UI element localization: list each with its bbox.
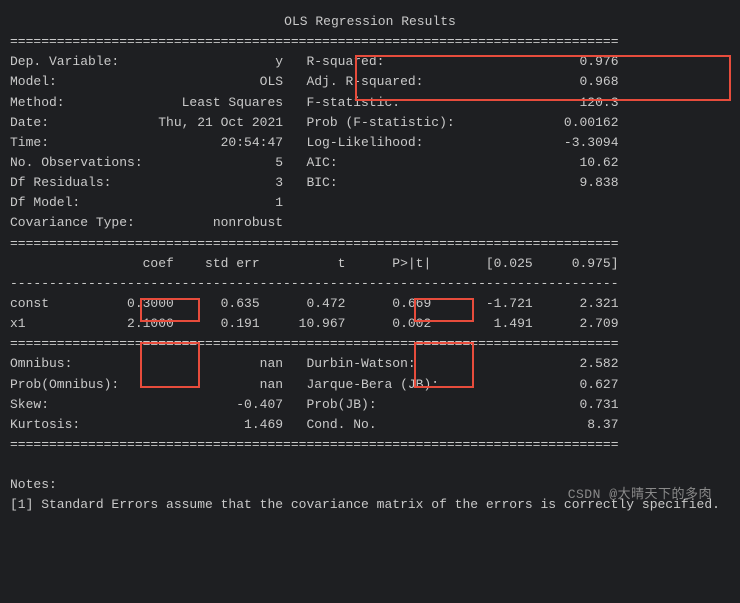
rule: ----------------------------------------… <box>10 274 730 294</box>
summary-row: Method: Least Squares F-statistic: 120.3 <box>10 93 730 113</box>
rule: ========================================… <box>10 334 730 354</box>
diagnostics-block: Omnibus: nan Durbin-Watson: 2.582Prob(Om… <box>10 354 730 435</box>
coef-row: const 0.3000 0.635 0.472 0.669 -1.721 2.… <box>10 294 730 314</box>
diagnostic-row: Omnibus: nan Durbin-Watson: 2.582 <box>10 354 730 374</box>
summary-block: Dep. Variable: y R-squared: 0.976Model: … <box>10 52 730 233</box>
blank <box>10 455 730 475</box>
rule: ========================================… <box>10 435 730 455</box>
rule: ========================================… <box>10 32 730 52</box>
summary-row: Dep. Variable: y R-squared: 0.976 <box>10 52 730 72</box>
diagnostic-row: Prob(Omnibus): nan Jarque-Bera (JB): 0.6… <box>10 375 730 395</box>
summary-row: No. Observations: 5 AIC: 10.62 <box>10 153 730 173</box>
summary-row: Time: 20:54:47 Log-Likelihood: -3.3094 <box>10 133 730 153</box>
coef-block: const 0.3000 0.635 0.472 0.669 -1.721 2.… <box>10 294 730 334</box>
summary-row: Covariance Type: nonrobust <box>10 213 730 233</box>
summary-row: Model: OLS Adj. R-squared: 0.968 <box>10 72 730 92</box>
coef-row: x1 2.1000 0.191 10.967 0.002 1.491 2.709 <box>10 314 730 334</box>
rule: ========================================… <box>10 234 730 254</box>
title-text: OLS Regression Results <box>284 14 456 29</box>
diagnostic-row: Skew: -0.407 Prob(JB): 0.731 <box>10 395 730 415</box>
summary-row: Df Residuals: 3 BIC: 9.838 <box>10 173 730 193</box>
title: OLS Regression Results <box>10 12 730 32</box>
summary-row: Df Model: 1 <box>10 193 730 213</box>
watermark: CSDN @大晴天下的多肉 <box>568 485 712 505</box>
summary-row: Date: Thu, 21 Oct 2021 Prob (F-statistic… <box>10 113 730 133</box>
diagnostic-row: Kurtosis: 1.469 Cond. No. 8.37 <box>10 415 730 435</box>
coef-header: coef std err t P>|t| [0.025 0.975] <box>10 254 730 274</box>
ols-output: OLS Regression Results =================… <box>10 12 730 516</box>
